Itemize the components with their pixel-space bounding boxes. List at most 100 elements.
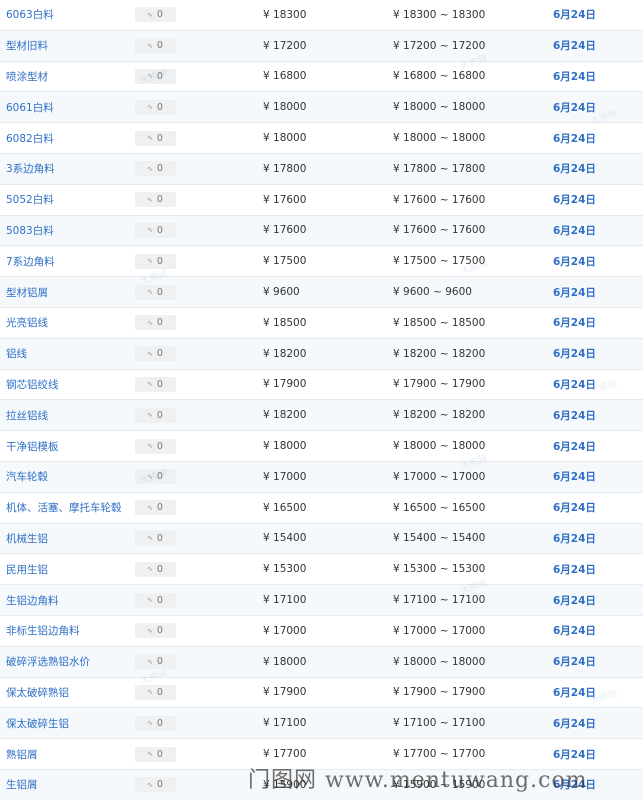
- material-name-link[interactable]: 光亮铝线: [6, 308, 48, 338]
- date-link[interactable]: 6月24日: [553, 339, 596, 369]
- material-name-link[interactable]: 6063白料: [6, 0, 54, 30]
- trend-flat-icon: ∿: [147, 504, 153, 512]
- material-name-link[interactable]: 5052白料: [6, 185, 54, 215]
- table-row[interactable]: 喷涂型材∿0¥ 16800¥ 16800 ~ 168006月24日: [0, 62, 643, 93]
- table-row[interactable]: 熟铝屑∿0¥ 17700¥ 17700 ~ 177006月24日: [0, 739, 643, 770]
- material-name-link[interactable]: 铝线: [6, 339, 27, 369]
- change-badge: ∿0: [135, 623, 176, 638]
- date-link[interactable]: 6月24日: [553, 31, 596, 61]
- material-name-link[interactable]: 3系边角料: [6, 154, 55, 184]
- table-row[interactable]: 非标生铝边角料∿0¥ 17000¥ 17000 ~ 170006月24日: [0, 616, 643, 647]
- table-row[interactable]: 光亮铝线∿0¥ 18500¥ 18500 ~ 185006月24日: [0, 308, 643, 339]
- material-name-link[interactable]: 机体、活塞、摩托车轮毂: [6, 493, 122, 523]
- material-name-link[interactable]: 破碎浮选熟铝水价: [6, 647, 90, 677]
- change-value: 0: [157, 348, 163, 359]
- price-cell: ¥ 17000: [263, 462, 306, 492]
- change-cell: ∿0: [135, 123, 176, 153]
- change-cell: ∿0: [135, 370, 176, 400]
- table-row[interactable]: 机械生铝∿0¥ 15400¥ 15400 ~ 154006月24日: [0, 524, 643, 555]
- table-row[interactable]: 3系边角料∿0¥ 17800¥ 17800 ~ 178006月24日: [0, 154, 643, 185]
- date-link[interactable]: 6月24日: [553, 277, 596, 307]
- material-name-link[interactable]: 7系边角料: [6, 246, 55, 276]
- material-name-link[interactable]: 6061白料: [6, 92, 54, 122]
- material-name-link[interactable]: 民用生铝: [6, 554, 48, 584]
- price-range-cell: ¥ 17600 ~ 17600: [393, 185, 485, 215]
- material-name-link[interactable]: 生铝边角料: [6, 585, 59, 615]
- table-row[interactable]: 保太破碎熟铝∿0¥ 17900¥ 17900 ~ 179006月24日: [0, 678, 643, 709]
- date-link[interactable]: 6月24日: [553, 308, 596, 338]
- date-link[interactable]: 6月24日: [553, 554, 596, 584]
- price-cell: ¥ 17700: [263, 739, 306, 769]
- price-range-cell: ¥ 15300 ~ 15300: [393, 554, 485, 584]
- date-link[interactable]: 6月24日: [553, 400, 596, 430]
- price-cell: ¥ 17000: [263, 616, 306, 646]
- material-name-link[interactable]: 生铝屑: [6, 770, 38, 800]
- table-row[interactable]: 型材铝屑∿0¥ 9600¥ 9600 ~ 96006月24日: [0, 277, 643, 308]
- table-row[interactable]: 民用生铝∿0¥ 15300¥ 15300 ~ 153006月24日: [0, 554, 643, 585]
- change-cell: ∿0: [135, 0, 176, 30]
- price-cell: ¥ 18200: [263, 339, 306, 369]
- material-name-link[interactable]: 非标生铝边角料: [6, 616, 80, 646]
- material-name-link[interactable]: 机械生铝: [6, 524, 48, 554]
- change-value: 0: [157, 379, 163, 390]
- change-cell: ∿0: [135, 62, 176, 92]
- table-row[interactable]: 铝线∿0¥ 18200¥ 18200 ~ 182006月24日: [0, 339, 643, 370]
- date-link[interactable]: 6月24日: [553, 185, 596, 215]
- date-link[interactable]: 6月24日: [553, 616, 596, 646]
- price-table: 6063白料∿0¥ 18300¥ 18300 ~ 183006月24日型材旧料∿…: [0, 0, 643, 800]
- date-link[interactable]: 6月24日: [553, 92, 596, 122]
- date-link[interactable]: 6月24日: [553, 708, 596, 738]
- table-row[interactable]: 干净铝模板∿0¥ 18000¥ 18000 ~ 180006月24日: [0, 431, 643, 462]
- material-name-link[interactable]: 5083白料: [6, 216, 54, 246]
- table-row[interactable]: 6063白料∿0¥ 18300¥ 18300 ~ 183006月24日: [0, 0, 643, 31]
- material-name-link[interactable]: 汽车轮毂: [6, 462, 48, 492]
- table-row[interactable]: 5083白料∿0¥ 17600¥ 17600 ~ 176006月24日: [0, 216, 643, 247]
- date-link[interactable]: 6月24日: [553, 462, 596, 492]
- material-name-link[interactable]: 6082白料: [6, 123, 54, 153]
- price-range-cell: ¥ 17700 ~ 17700: [393, 739, 485, 769]
- table-row[interactable]: 破碎浮选熟铝水价∿0¥ 18000¥ 18000 ~ 180006月24日: [0, 647, 643, 678]
- material-name-link[interactable]: 型材旧料: [6, 31, 48, 61]
- date-link[interactable]: 6月24日: [553, 524, 596, 554]
- table-row[interactable]: 6061白料∿0¥ 18000¥ 18000 ~ 180006月24日: [0, 92, 643, 123]
- material-name-link[interactable]: 喷涂型材: [6, 62, 48, 92]
- date-link[interactable]: 6月24日: [553, 678, 596, 708]
- material-name-link[interactable]: 型材铝屑: [6, 277, 48, 307]
- table-row[interactable]: 5052白料∿0¥ 17600¥ 17600 ~ 176006月24日: [0, 185, 643, 216]
- table-row[interactable]: 型材旧料∿0¥ 17200¥ 17200 ~ 172006月24日: [0, 31, 643, 62]
- date-link[interactable]: 6月24日: [553, 493, 596, 523]
- date-link[interactable]: 6月24日: [553, 770, 596, 800]
- date-link[interactable]: 6月24日: [553, 246, 596, 276]
- date-link[interactable]: 6月24日: [553, 739, 596, 769]
- change-badge: ∿0: [135, 377, 176, 392]
- change-cell: ∿0: [135, 92, 176, 122]
- price-range-cell: ¥ 18000 ~ 18000: [393, 123, 485, 153]
- material-name-link[interactable]: 保太破碎生铝: [6, 708, 69, 738]
- date-link[interactable]: 6月24日: [553, 154, 596, 184]
- table-row[interactable]: 汽车轮毂∿0¥ 17000¥ 17000 ~ 170006月24日: [0, 462, 643, 493]
- change-value: 0: [157, 502, 163, 513]
- date-link[interactable]: 6月24日: [553, 123, 596, 153]
- table-row[interactable]: 保太破碎生铝∿0¥ 17100¥ 17100 ~ 171006月24日: [0, 708, 643, 739]
- date-link[interactable]: 6月24日: [553, 647, 596, 677]
- material-name-link[interactable]: 干净铝模板: [6, 431, 59, 461]
- date-link[interactable]: 6月24日: [553, 216, 596, 246]
- table-row[interactable]: 生铝边角料∿0¥ 17100¥ 17100 ~ 171006月24日: [0, 585, 643, 616]
- date-link[interactable]: 6月24日: [553, 0, 596, 30]
- table-row[interactable]: 生铝屑∿0¥ 15900¥ 15900 ~ 159006月24日: [0, 770, 643, 800]
- date-link[interactable]: 6月24日: [553, 62, 596, 92]
- date-link[interactable]: 6月24日: [553, 370, 596, 400]
- trend-flat-icon: ∿: [147, 473, 153, 481]
- table-row[interactable]: 7系边角料∿0¥ 17500¥ 17500 ~ 175006月24日: [0, 246, 643, 277]
- table-row[interactable]: 6082白料∿0¥ 18000¥ 18000 ~ 180006月24日: [0, 123, 643, 154]
- table-row[interactable]: 钢芯铝绞线∿0¥ 17900¥ 17900 ~ 179006月24日: [0, 370, 643, 401]
- table-row[interactable]: 拉丝铝线∿0¥ 18200¥ 18200 ~ 182006月24日: [0, 400, 643, 431]
- date-link[interactable]: 6月24日: [553, 431, 596, 461]
- material-name-link[interactable]: 熟铝屑: [6, 739, 38, 769]
- trend-flat-icon: ∿: [147, 72, 153, 80]
- table-row[interactable]: 机体、活塞、摩托车轮毂∿0¥ 16500¥ 16500 ~ 165006月24日: [0, 493, 643, 524]
- material-name-link[interactable]: 钢芯铝绞线: [6, 370, 59, 400]
- material-name-link[interactable]: 保太破碎熟铝: [6, 678, 69, 708]
- material-name-link[interactable]: 拉丝铝线: [6, 400, 48, 430]
- date-link[interactable]: 6月24日: [553, 585, 596, 615]
